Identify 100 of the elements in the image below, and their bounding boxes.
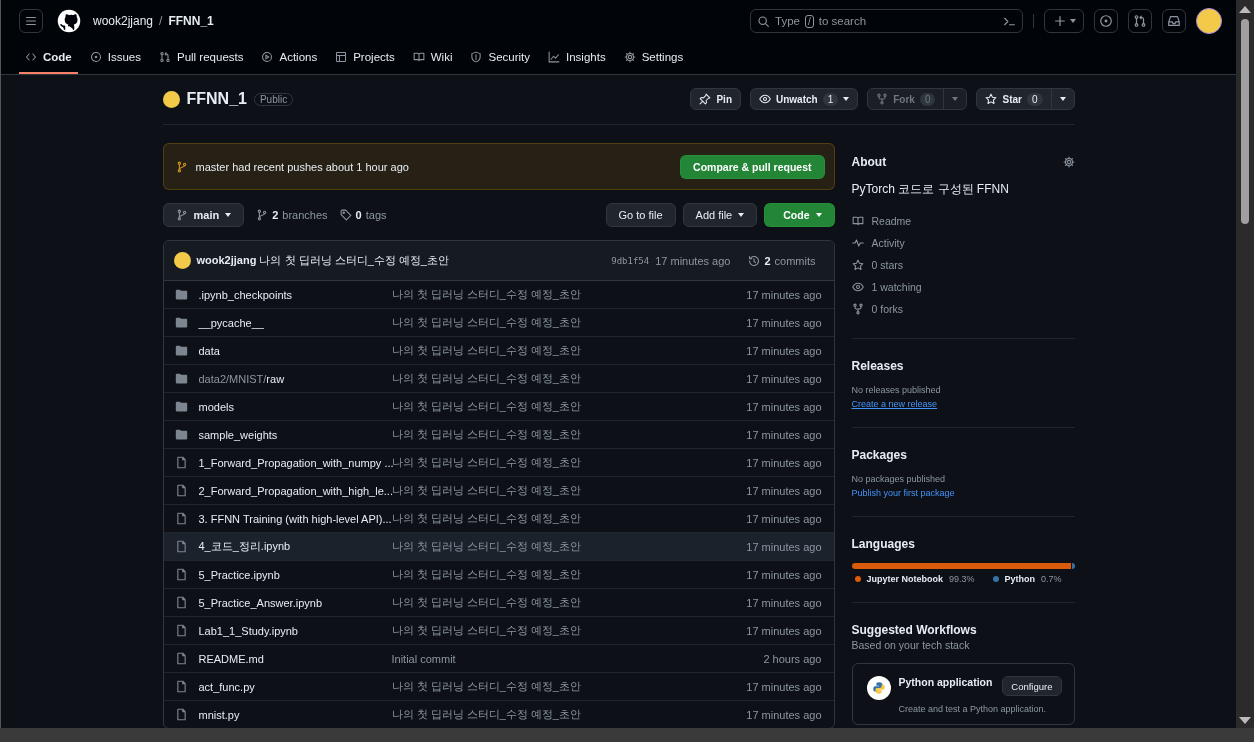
commit-message-link[interactable]: 나의 첫 딥러닝 스터디_수정 예정_초안 [391,539,747,554]
file-name-link[interactable]: data2/MNIST/raw [198,372,392,385]
about-link[interactable]: 0 stars [851,254,1075,276]
repo-tab[interactable]: Wiki [406,42,459,74]
commit-message-link[interactable]: 나의 첫 딥러닝 스터디_수정 예정_초안 [391,455,747,470]
branches-link[interactable]: 2 branches [256,209,328,221]
file-name-link[interactable]: __pycache__ [198,316,392,329]
file-row[interactable]: sample_weights 나의 첫 딥러닝 스터디_수정 예정_초안 17 minutes ago [163,420,834,448]
repo-tab[interactable]: Pull requests [153,42,250,74]
watch-button[interactable]: Unwatch 1 [750,88,859,110]
file-name-link[interactable]: 1_Forward_Propagation_with_numpy ... [198,456,392,469]
file-name-link[interactable]: .ipynb_checkpoints [198,288,392,301]
file-row[interactable]: 4_코드_정리.ipynb 나의 첫 딥러닝 스터디_수정 예정_초안 17 minutes ago [163,532,834,560]
tags-link[interactable]: 0 tags [339,209,387,221]
commit-time: 2 hours ago [763,652,822,665]
file-name-link[interactable]: act_func.py [198,680,392,693]
repo-tab[interactable]: Projects [329,42,401,74]
repo-tab[interactable]: Code [19,42,78,74]
commit-message-link[interactable]: 나의 첫 딥러닝 스터디_수정 예정_초안 [391,679,747,694]
file-name-link[interactable]: data [198,344,392,357]
pin-button[interactable]: Pin [690,88,741,110]
file-name-link[interactable]: 3. FFNN Training (with high-level API)... [198,512,392,525]
commit-message-link[interactable]: 나의 첫 딥러닝 스터디_수정 예정_초안 [391,567,747,582]
repo-tab[interactable]: Actions [255,42,324,74]
menu-button[interactable] [19,9,43,33]
file-row[interactable]: act_func.py 나의 첫 딥러닝 스터디_수정 예정_초안 17 minutes ago [163,672,834,700]
file-name-link[interactable]: sample_weights [198,428,392,441]
pull-requests-button[interactable] [1128,9,1152,33]
commit-hash-link[interactable]: 9db1f54 [611,255,650,266]
file-name-link[interactable]: Lab1_1_Study.ipynb [198,624,392,637]
history-icon [748,254,761,267]
go-to-file-button[interactable]: Go to file [605,203,676,227]
repo-tab[interactable]: Security [464,42,536,74]
pulse-icon [851,237,864,249]
file-icon [174,708,188,721]
commit-message-link[interactable]: Initial commit [391,652,764,665]
commit-message-link[interactable]: 나의 첫 딥러닝 스터디_수정 예정_초안 [391,707,747,722]
file-name-link[interactable]: 2_Forward_Propagation_with_high_le... [198,484,392,497]
file-name-link[interactable]: 4_코드_정리.ipynb [198,539,392,554]
file-row[interactable]: README.md Initial commit 2 hours ago [163,644,834,672]
about-link[interactable]: Readme [851,210,1075,232]
section-title: Suggested Workflows [851,623,978,637]
file-row[interactable]: data 나의 첫 딥러닝 스터디_수정 예정_초안 17 minutes ago [163,336,834,364]
commit-message-link[interactable]: 나의 첫 딥러닝 스터디_수정 예정_초안 [391,315,747,330]
commit-message-link[interactable]: 나의 첫 딥러닝 스터디_수정 예정_초안 [391,595,747,610]
search-placeholder: to search [818,15,868,27]
file-name-link[interactable]: mnist.py [198,708,392,721]
star-button[interactable]: Star 0 [976,88,1075,110]
file-name-link[interactable]: 5_Practice.ipynb [198,568,392,581]
commit-message-link[interactable]: 나의 첫 딥러닝 스터디_수정 예정_초안 [391,287,747,302]
fork-icon [851,303,864,315]
commit-message-link[interactable]: 나의 첫 딥러닝 스터디_수정 예정_초안 [391,623,747,638]
scrollbar[interactable] [1236,0,1254,728]
banner-text: master had recent pushes about 1 hour ago [195,160,409,173]
commit-message-link[interactable]: 나의 첫 딥러닝 스터디_수정 예정_초안 [391,511,747,526]
section-title: Packages [851,448,908,462]
about-link[interactable]: 0 forks [851,298,1075,320]
commit-time: 17 minutes ago [746,624,822,637]
add-file-button[interactable]: Add file [682,203,758,227]
owner-link[interactable]: wook2jjang [93,14,154,28]
publish-package-link[interactable]: Publish your first package [851,488,1075,498]
commit-message-link[interactable]: 나의 첫 딥러닝 스터디_수정 예정_초안 [391,483,747,498]
file-row[interactable]: 1_Forward_Propagation_with_numpy ...나의 첫 딥러닝 스터디_수정 예정_초안 17 minutes ago [163,448,834,476]
repo-tab[interactable]: Settings [617,42,690,74]
issues-button[interactable] [1094,9,1118,33]
repo-tab[interactable]: Issues [83,42,147,74]
about-link[interactable]: Activity [851,232,1075,254]
file-row[interactable]: 5_Practice_Answer.ipynb 나의 첫 딥러닝 스터디_수정 예정_초안 17 minutes ago [163,588,834,616]
file-row[interactable]: .ipynb_checkpoints 나의 첫 딥러닝 스터디_수정 예정_초안 17 minutes ago [163,281,834,308]
user-avatar[interactable] [1196,8,1222,34]
code-button[interactable]: Code [764,203,835,227]
commit-message-link[interactable]: 나의 첫 딥러닝 스터디_수정 예정_초안 [391,427,747,442]
file-name-link[interactable]: models [198,400,392,413]
repo-link[interactable]: FFNN_1 [168,14,214,28]
commit-message-link[interactable]: 나의 첫 딥러닝 스터디_수정 예정_초안 [391,371,747,386]
compare-pull-request-button[interactable]: Compare & pull request [680,154,825,179]
file-row[interactable]: 5_Practice.ipynb 나의 첫 딥러닝 스터디_수정 예정_초안 17 minutes ago [163,560,834,588]
file-row[interactable]: Lab1_1_Study.ipynb 나의 첫 딥러닝 스터디_수정 예정_초안 17 minutes ago [163,616,834,644]
file-icon [174,484,188,497]
commit-message-link[interactable]: 나의 첫 딥러닝 스터디_수정 예정_초안 [391,399,747,414]
search-field[interactable]: Type / to search [750,9,1023,33]
about-link[interactable]: 1 watching [851,276,1075,298]
commit-message-link[interactable]: 나의 첫 딥러닝 스터디_수정 예정_초안 [391,343,747,358]
file-row[interactable]: __pycache__ 나의 첫 딥러닝 스터디_수정 예정_초안 17 minutes ago [163,308,834,336]
file-icon [174,512,188,525]
inbox-button[interactable] [1162,9,1186,33]
file-row[interactable]: data2/MNIST/raw 나의 첫 딥러닝 스터디_수정 예정_초안 17 minutes ago [163,364,834,392]
create-new-button[interactable] [1044,9,1084,33]
create-release-link[interactable]: Create a new release [851,399,1075,409]
file-row[interactable]: 2_Forward_Propagation_with_high_le...나의 첫 딥러닝 스터디_수정 예정_초안 17 minutes ago [163,476,834,504]
file-name-link[interactable]: 5_Practice_Answer.ipynb [198,596,392,609]
file-name-link[interactable]: README.md [198,652,392,665]
configure-button[interactable]: Configure [1002,676,1062,696]
file-row[interactable]: models 나의 첫 딥러닝 스터디_수정 예정_초안 17 minutes ago [163,392,834,420]
commit-time: 17 minutes ago [746,680,822,693]
repo-tab[interactable]: Insights [542,42,612,74]
branch-select[interactable]: main [162,203,245,227]
commits-link[interactable]: 2 commits [742,253,822,268]
commit-time: 17 minutes ago [746,372,822,385]
star-icon [985,93,998,105]
